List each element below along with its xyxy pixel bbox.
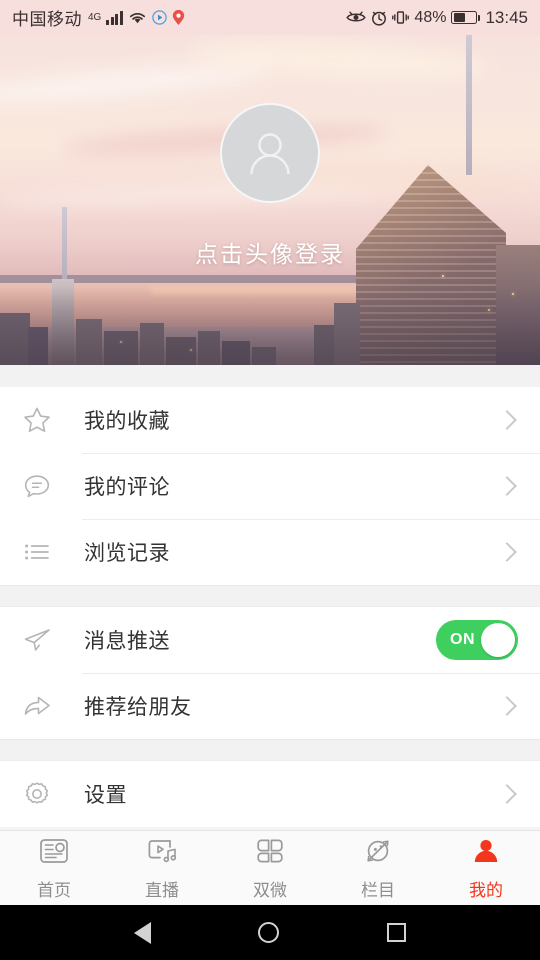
- chevron-right-icon: [497, 410, 517, 430]
- list-group-settings: 设置: [0, 761, 540, 827]
- tab-label: 我的: [469, 880, 503, 900]
- bottom-tab-bar: 首页 直播 双微 栏目 我的: [0, 830, 540, 905]
- window-light: [442, 275, 444, 277]
- carrier-label: 中国移动: [12, 10, 82, 29]
- row-settings[interactable]: 设置: [0, 761, 540, 827]
- header-vignette: [0, 287, 540, 365]
- row-label: 我的收藏: [84, 410, 170, 433]
- row-label: 推荐给朋友: [84, 696, 192, 719]
- live-icon: [146, 836, 178, 871]
- row-label: 我的评论: [84, 476, 170, 499]
- chevron-right-icon: [497, 784, 517, 804]
- android-navigation-bar: [0, 905, 540, 960]
- comment-icon: [22, 471, 62, 501]
- chevron-right-icon: [497, 696, 517, 716]
- grid-icon: [254, 836, 286, 871]
- status-bar: 中国移动 4G 48% 13:45: [0, 0, 540, 35]
- chevron-right-icon: [497, 542, 517, 562]
- planet-icon: [362, 836, 394, 871]
- home-button[interactable]: [258, 922, 280, 943]
- row-push-notification[interactable]: 消息推送 ON: [0, 607, 540, 673]
- location-pin-icon: [172, 9, 185, 26]
- alarm-icon: [371, 10, 387, 26]
- wifi-icon: [128, 10, 147, 25]
- clock-label: 13:45: [485, 7, 528, 27]
- tab-label: 直播: [145, 880, 179, 900]
- row-recommend-to-friend[interactable]: 推荐给朋友: [0, 673, 540, 739]
- section-gap: [0, 365, 540, 387]
- media-play-icon: [152, 10, 167, 25]
- gear-icon: [22, 779, 62, 809]
- tab-label: 首页: [37, 880, 71, 900]
- row-label: 设置: [84, 784, 127, 807]
- section-gap: [0, 739, 540, 761]
- toggle-state-label: ON: [450, 631, 475, 648]
- login-prompt[interactable]: 点击头像登录: [195, 235, 345, 269]
- avatar-block[interactable]: 点击头像登录: [0, 103, 540, 269]
- section-gap: [0, 585, 540, 607]
- user-avatar-placeholder-icon: [250, 133, 290, 175]
- back-button[interactable]: [133, 921, 151, 944]
- avatar[interactable]: [220, 103, 320, 203]
- row-label: 浏览记录: [84, 542, 170, 565]
- row-browse-history[interactable]: 浏览记录: [0, 519, 540, 585]
- tab-social[interactable]: 双微: [216, 836, 324, 901]
- battery-icon: [451, 11, 481, 24]
- toggle-knob[interactable]: [481, 623, 515, 657]
- row-label: 消息推送: [84, 630, 170, 653]
- profile-header[interactable]: 点击头像登录: [0, 35, 540, 365]
- tab-channels[interactable]: 栏目: [324, 836, 432, 901]
- tab-live[interactable]: 直播: [108, 836, 216, 901]
- news-icon: [38, 836, 70, 871]
- chevron-right-icon: [497, 476, 517, 496]
- network-type-label: 4G: [88, 12, 102, 23]
- status-bar-right: 48% 13:45: [346, 8, 528, 28]
- tab-home[interactable]: 首页: [0, 836, 108, 901]
- phone-screen: 中国移动 4G 48% 13:45 点击头像登录 我的收藏 我的评论 浏览记录 …: [0, 0, 540, 960]
- signal-bars-icon: [106, 10, 123, 25]
- share-icon: [22, 691, 62, 721]
- battery-percent-label: 48%: [414, 8, 447, 26]
- list-group-preferences: 消息推送 ON 推荐给朋友: [0, 607, 540, 739]
- row-my-comments[interactable]: 我的评论: [0, 453, 540, 519]
- row-my-favorites[interactable]: 我的收藏: [0, 387, 540, 453]
- tab-label: 双微: [253, 880, 287, 900]
- status-bar-left: 中国移动 4G: [12, 5, 185, 30]
- star-icon: [22, 405, 62, 435]
- eye-icon: [346, 10, 367, 25]
- push-notification-toggle[interactable]: ON: [436, 620, 518, 660]
- recents-button[interactable]: [387, 923, 407, 942]
- list-group-account: 我的收藏 我的评论 浏览记录: [0, 387, 540, 585]
- vibrate-icon: [392, 10, 410, 25]
- send-icon: [22, 625, 62, 655]
- tab-label: 栏目: [361, 880, 395, 900]
- person-icon: [470, 836, 502, 871]
- list-icon: [22, 537, 62, 567]
- tab-mine[interactable]: 我的: [432, 836, 540, 901]
